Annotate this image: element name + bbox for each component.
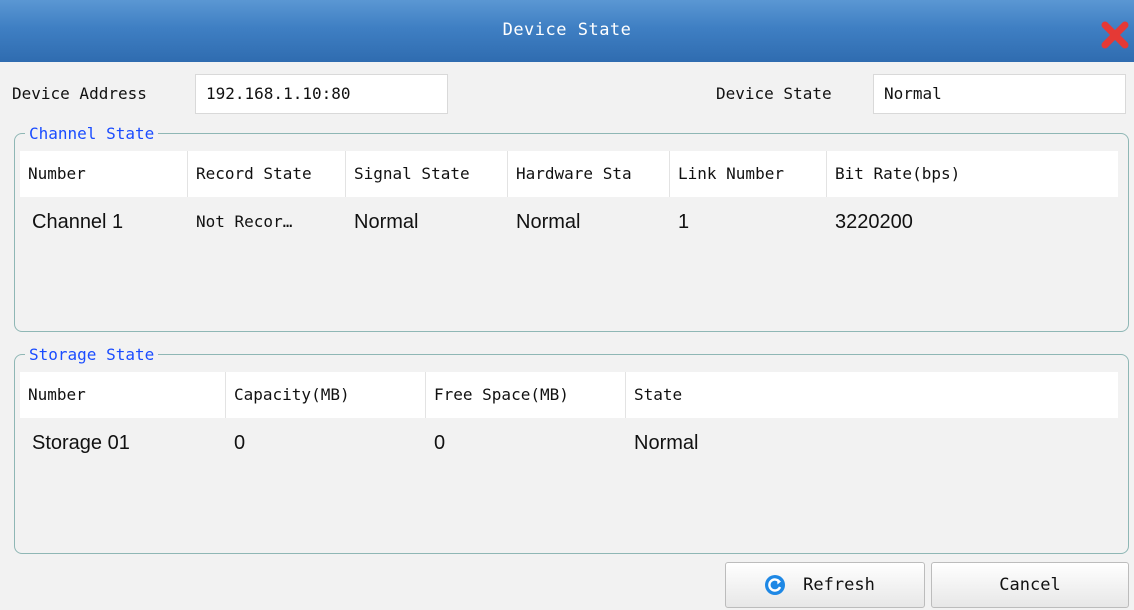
column-header[interactable]: Bit Rate(bps) xyxy=(827,151,1118,197)
column-header[interactable]: Signal State xyxy=(346,151,508,197)
storage-state-title: Storage State xyxy=(25,345,159,364)
cell-number: Channel 1 xyxy=(32,211,124,233)
device-state-label: Device State xyxy=(716,84,832,103)
cell-capacity: 0 xyxy=(234,432,246,454)
column-header[interactable]: Record State xyxy=(188,151,346,197)
title-bar: Device State xyxy=(0,0,1134,62)
storage-table-header: Number Capacity(MB) Free Space(MB) State xyxy=(20,372,1118,418)
cell-number: Storage 01 xyxy=(32,432,130,454)
refresh-label: Refresh xyxy=(803,575,875,595)
column-header[interactable]: Number xyxy=(20,151,188,197)
cancel-button[interactable]: Cancel xyxy=(931,562,1129,608)
storage-table: Number Capacity(MB) Free Space(MB) State… xyxy=(20,372,1118,550)
channel-state-title: Channel State xyxy=(25,124,159,143)
cell-state: Normal xyxy=(634,432,699,454)
device-address-field[interactable]: 192.168.1.10:80 xyxy=(195,74,448,114)
cell-free-space: 0 xyxy=(434,432,446,454)
device-state-dialog: Device State Device Address 192.168.1.10… xyxy=(0,0,1134,610)
cell-hardware-state: Normal xyxy=(516,211,581,233)
column-header[interactable]: State xyxy=(626,372,1118,418)
column-header[interactable]: Number xyxy=(20,372,226,418)
refresh-button[interactable]: Refresh xyxy=(725,562,925,608)
cancel-label: Cancel xyxy=(999,575,1061,595)
window-title: Device State xyxy=(502,20,632,40)
device-state-field[interactable]: Normal xyxy=(873,74,1126,114)
cell-signal-state: Normal xyxy=(354,211,419,233)
cell-bit-rate: 3220200 xyxy=(835,211,913,233)
table-row[interactable]: Storage 01 0 0 Normal xyxy=(20,420,1118,466)
close-icon[interactable] xyxy=(1100,20,1130,50)
device-address-label: Device Address xyxy=(12,84,147,103)
refresh-icon xyxy=(765,575,785,595)
column-header[interactable]: Free Space(MB) xyxy=(426,372,626,418)
cell-link-number: 1 xyxy=(678,211,690,233)
channel-table-header: Number Record State Signal State Hardwar… xyxy=(20,151,1118,197)
column-header[interactable]: Hardware Sta xyxy=(508,151,670,197)
channel-table: Number Record State Signal State Hardwar… xyxy=(20,151,1118,329)
cell-record-state: Not Recor… xyxy=(196,212,293,231)
table-row[interactable]: Channel 1 Not Recor… Normal Normal 1 322… xyxy=(20,199,1118,245)
column-header[interactable]: Link Number xyxy=(670,151,827,197)
column-header[interactable]: Capacity(MB) xyxy=(226,372,426,418)
